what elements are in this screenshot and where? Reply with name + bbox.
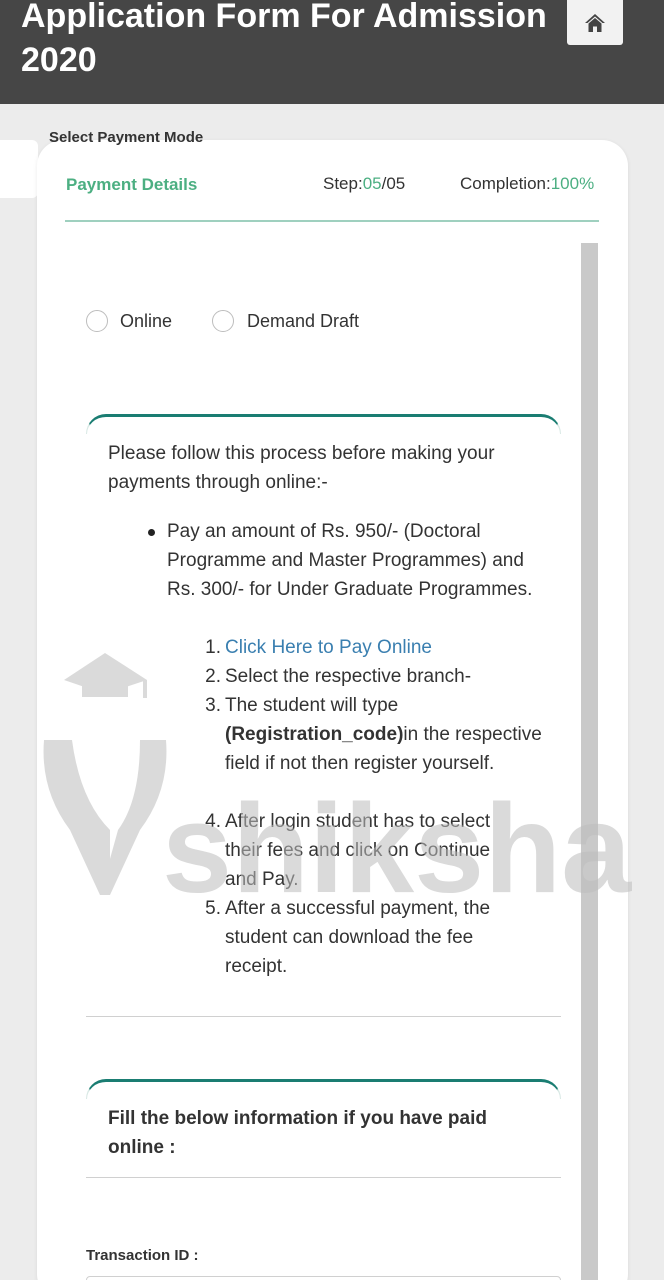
pay-online-link-text[interactable]: Click Here to Pay Online (225, 637, 432, 658)
side-panel-tab[interactable] (0, 140, 38, 198)
home-icon (585, 13, 605, 32)
header-divider (65, 220, 599, 222)
radio-online[interactable] (86, 310, 108, 332)
transaction-id-label: Transaction ID : (86, 1247, 199, 1264)
step-total: /05 (381, 174, 406, 193)
radio-online-label[interactable]: Online (120, 311, 172, 332)
step-registration: The student will type (Registration_code)… (225, 691, 545, 778)
completion-indicator: Completion:100% (460, 174, 594, 194)
pay-online-link[interactable]: Click Here to Pay Online (225, 633, 432, 662)
step-receipt: After a successful payment, the student … (225, 898, 491, 977)
completion-label: Completion: (460, 174, 551, 193)
instructions-panel (86, 414, 561, 434)
step-number: 5. (205, 898, 221, 919)
step-number: 1. (205, 637, 221, 658)
panel-top-border (86, 414, 561, 434)
panel-top-border (86, 1079, 561, 1099)
bullet-dot (148, 529, 155, 536)
payment-mode-label: Select Payment Mode (49, 129, 204, 146)
transaction-id-input[interactable] (86, 1276, 561, 1280)
home-button[interactable] (567, 0, 623, 45)
fee-bullet: Pay an amount of Rs. 950/- (Doctoral Pro… (167, 521, 533, 600)
step-select-branch: Select the respective branch- (225, 666, 472, 687)
step-label: Step: (323, 174, 363, 193)
page-title: Application Form For Admission 2020 (21, 0, 547, 79)
step-number: 3. (205, 695, 221, 716)
step-number: 4. (205, 811, 221, 832)
step-registration-text: The student will type (225, 695, 399, 716)
instructions-intro: Please follow this process before making… (108, 443, 495, 493)
completion-value: 100% (550, 174, 595, 193)
section-title: Payment Details (66, 175, 198, 194)
online-paid-heading: Fill the below information if you have p… (108, 1108, 487, 1158)
step-number: 2. (205, 666, 221, 687)
step-login: After login student has to select their … (225, 811, 491, 890)
app-header: Application Form For Admission 2020 (0, 0, 664, 104)
radio-demand-draft-label[interactable]: Demand Draft (247, 311, 359, 332)
section-divider (86, 1016, 561, 1017)
scrollbar[interactable] (581, 243, 598, 1280)
registration-code: (Registration_code) (225, 724, 404, 745)
step-value: 05 (362, 174, 382, 193)
section-divider (86, 1177, 561, 1178)
online-paid-panel (86, 1079, 561, 1099)
step-indicator: Step:05/05 (323, 174, 405, 194)
radio-demand-draft[interactable] (212, 310, 234, 332)
